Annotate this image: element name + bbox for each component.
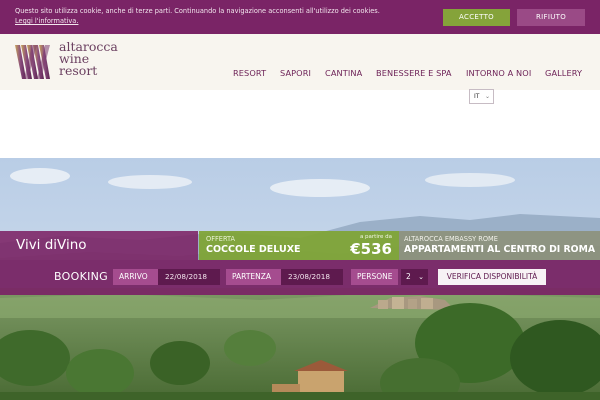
booking-title: BOOKING [54, 270, 108, 283]
booking-bar: BOOKING ARRIVO 22/08/2018 PARTENZA 23/08… [0, 260, 600, 295]
accept-cookies-button[interactable]: ACCETTO [443, 9, 510, 26]
site-header: altarocca wine resort RESORT SAPORI CANT… [0, 34, 600, 90]
main-nav: RESORT SAPORI CANTINA BENESSERE E SPA IN… [0, 68, 600, 82]
offer-label: OFFERTA [206, 235, 236, 243]
embassy-name: APPARTAMENTI AL CENTRO DI ROMA [404, 244, 596, 255]
offer-price: €536 [350, 240, 392, 258]
cookie-message: Questo sito utilizza cookie, anche di te… [15, 7, 380, 15]
refuse-cookies-button[interactable]: RIFIUTO [517, 9, 585, 26]
departure-date-input[interactable]: 23/08/2018 [281, 269, 343, 285]
cookie-banner: Questo sito utilizza cookie, anche di te… [0, 0, 600, 34]
chevron-down-icon: ⌄ [484, 93, 490, 100]
nav-item-resort[interactable]: RESORT [233, 68, 266, 78]
nav-item-benessere-spa[interactable]: BENESSERE E SPA [376, 68, 452, 78]
chevron-down-icon: ⌄ [418, 273, 424, 281]
language-select[interactable]: IT ⌄ [469, 89, 494, 104]
nav-item-intorno-a-noi[interactable]: INTORNO A NOI [466, 68, 531, 78]
cookie-text-block: Questo sito utilizza cookie, anche di te… [15, 6, 415, 26]
departure-label: PARTENZA [226, 269, 281, 285]
arrival-date-input[interactable]: 22/08/2018 [158, 269, 220, 285]
embassy-label: ALTAROCCA EMBASSY ROME [404, 235, 498, 243]
nav-item-gallery[interactable]: GALLERY [545, 68, 582, 78]
check-availability-button[interactable]: VERIFICA DISPONIBILITÀ [438, 269, 546, 285]
embassy-box[interactable]: ALTAROCCA EMBASSY ROME APPARTAMENTI AL C… [399, 231, 600, 260]
hero-title: Vivi diVino [16, 237, 87, 253]
hero-title-band: Vivi diVino [0, 231, 198, 260]
cookie-policy-link[interactable]: Leggi l'informativa. [15, 17, 78, 25]
arrival-label: ARRIVO [113, 269, 158, 285]
guests-value: 2 [406, 272, 411, 281]
nav-item-cantina[interactable]: CANTINA [325, 68, 362, 78]
language-value: IT [474, 93, 480, 100]
guests-label: PERSONE [351, 269, 398, 285]
offer-name: COCCOLE DELUXE [206, 244, 301, 255]
nav-item-sapori[interactable]: SAPORI [280, 68, 311, 78]
guests-select[interactable]: 2 ⌄ [401, 269, 428, 285]
offer-box[interactable]: OFFERTA COCCOLE DELUXE a partire da €536 [199, 231, 399, 260]
